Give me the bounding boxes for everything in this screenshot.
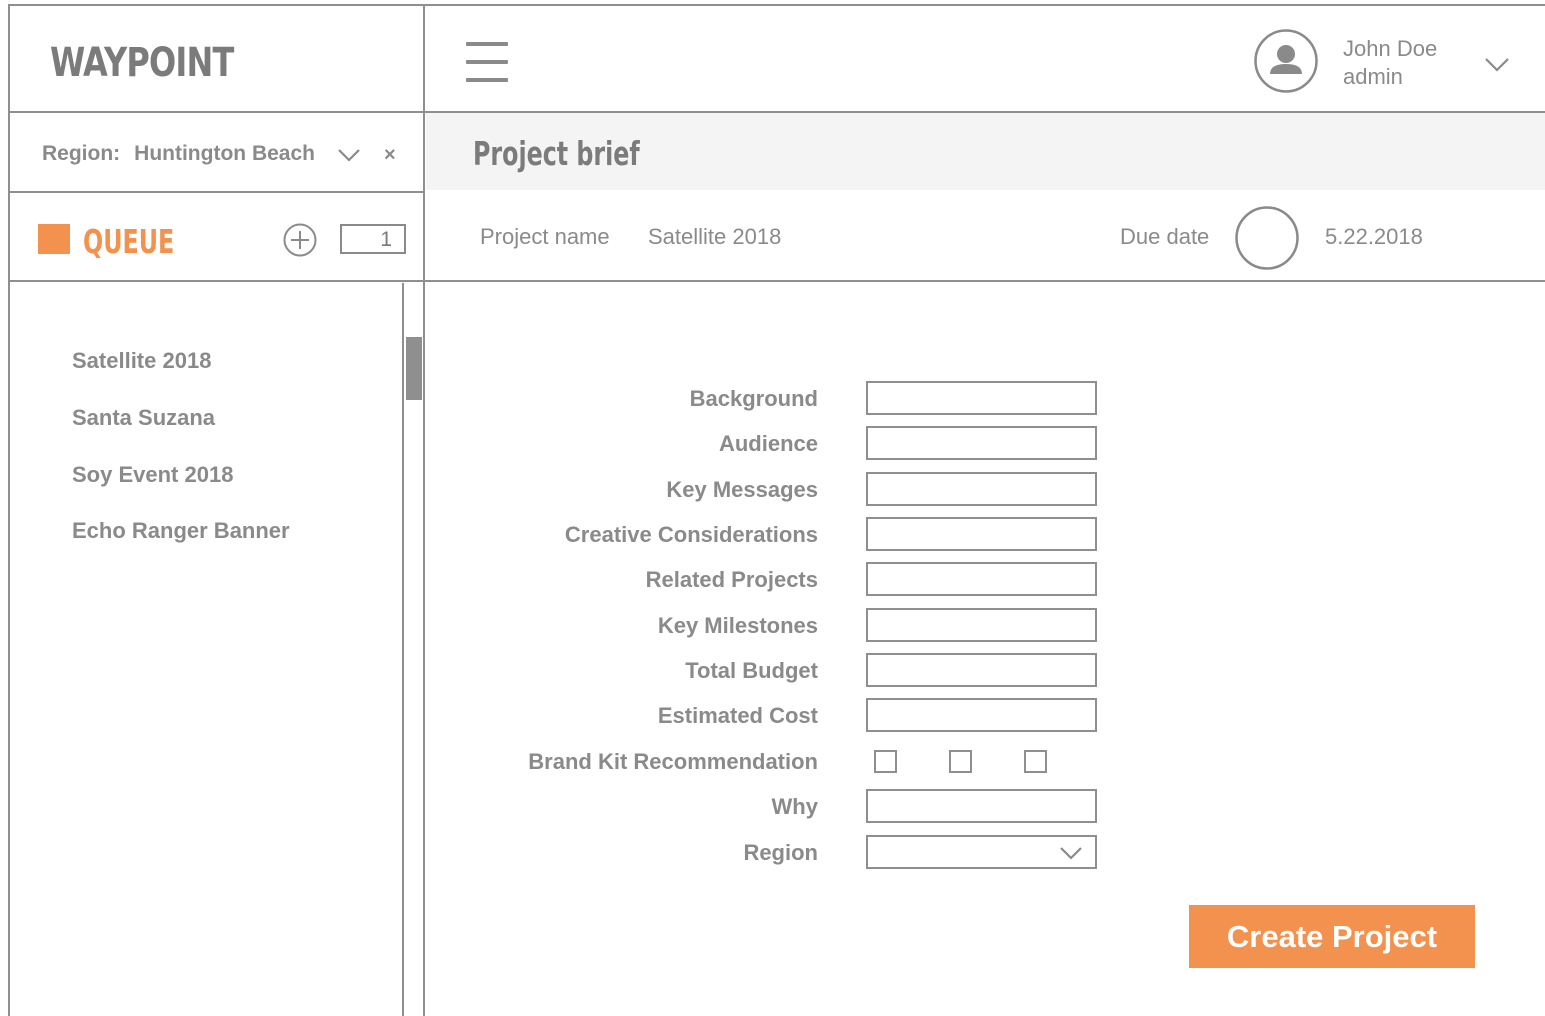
queue-item[interactable]: Echo Ranger Banner bbox=[72, 518, 290, 544]
creative-considerations-input[interactable] bbox=[866, 517, 1097, 551]
sidebar-divider bbox=[423, 4, 425, 1016]
page-title: Project brief bbox=[473, 134, 640, 173]
due-date-picker-icon[interactable] bbox=[1235, 206, 1299, 270]
region-select[interactable] bbox=[866, 835, 1097, 869]
brand-kit-checkbox-3[interactable] bbox=[1024, 750, 1047, 773]
why-input[interactable] bbox=[866, 789, 1097, 823]
audience-label: Audience bbox=[718, 431, 818, 456]
audience-input[interactable] bbox=[866, 426, 1097, 460]
brand-kit-checkbox-2[interactable] bbox=[949, 750, 972, 773]
chevron-down-icon[interactable] bbox=[337, 147, 361, 163]
brand-kit-checkbox-1[interactable] bbox=[874, 750, 897, 773]
scrollbar-track[interactable] bbox=[402, 283, 404, 1016]
region-filter-label: Region: bbox=[42, 142, 121, 165]
key-messages-label: Key Messages bbox=[666, 477, 818, 502]
user-role: admin bbox=[1343, 64, 1403, 89]
total-budget-input[interactable] bbox=[866, 653, 1097, 687]
app-logo[interactable]: WAYPOINT bbox=[50, 40, 234, 86]
total-budget-label: Total Budget bbox=[685, 658, 818, 683]
frame-top-border bbox=[8, 4, 1545, 6]
queue-count-badge: 1 bbox=[340, 224, 406, 254]
estimated-cost-label: Estimated Cost bbox=[657, 703, 818, 728]
creative-considerations-label: Creative Considerations bbox=[564, 522, 818, 547]
menu-icon[interactable] bbox=[466, 40, 508, 84]
background-input[interactable] bbox=[866, 381, 1097, 415]
queue-color-swatch bbox=[38, 224, 70, 254]
key-milestones-input[interactable] bbox=[866, 608, 1097, 642]
brand-kit-label: Brand Kit Recommendation bbox=[528, 749, 818, 774]
why-label: Why bbox=[771, 794, 818, 819]
create-project-button[interactable]: Create Project bbox=[1189, 905, 1475, 968]
chevron-down-icon[interactable] bbox=[1484, 56, 1510, 73]
user-name: John Doe bbox=[1343, 36, 1438, 61]
queue-item[interactable]: Soy Event 2018 bbox=[72, 462, 233, 488]
queue-item[interactable]: Satellite 2018 bbox=[72, 348, 211, 374]
meta-bottom-border bbox=[8, 280, 1545, 282]
related-projects-input[interactable] bbox=[866, 562, 1097, 596]
frame-left-border bbox=[8, 4, 10, 1016]
estimated-cost-input[interactable] bbox=[866, 698, 1097, 732]
due-date-value: 5.22.2018 bbox=[1325, 224, 1423, 249]
background-label: Background bbox=[689, 386, 818, 411]
scrollbar-thumb[interactable] bbox=[406, 337, 422, 400]
user-avatar-icon[interactable] bbox=[1254, 29, 1318, 93]
related-projects-label: Related Projects bbox=[645, 567, 818, 592]
queue-title: QUEUE bbox=[83, 222, 175, 261]
project-name-label: Project name bbox=[480, 224, 610, 249]
chevron-down-icon bbox=[1060, 847, 1082, 860]
add-circle-icon[interactable] bbox=[283, 223, 317, 257]
due-date-label: Due date bbox=[1120, 224, 1210, 249]
close-icon[interactable]: × bbox=[384, 144, 396, 167]
key-milestones-label: Key Milestones bbox=[657, 613, 818, 638]
project-name-value: Satellite 2018 bbox=[648, 224, 782, 249]
key-messages-input[interactable] bbox=[866, 472, 1097, 506]
region-filter-value: Huntington Beach bbox=[134, 142, 315, 165]
region-bottom-border bbox=[8, 191, 425, 193]
queue-item[interactable]: Santa Suzana bbox=[72, 405, 215, 431]
region-label: Region bbox=[743, 840, 818, 865]
region-filter[interactable]: Region: Huntington Beach bbox=[42, 142, 315, 166]
